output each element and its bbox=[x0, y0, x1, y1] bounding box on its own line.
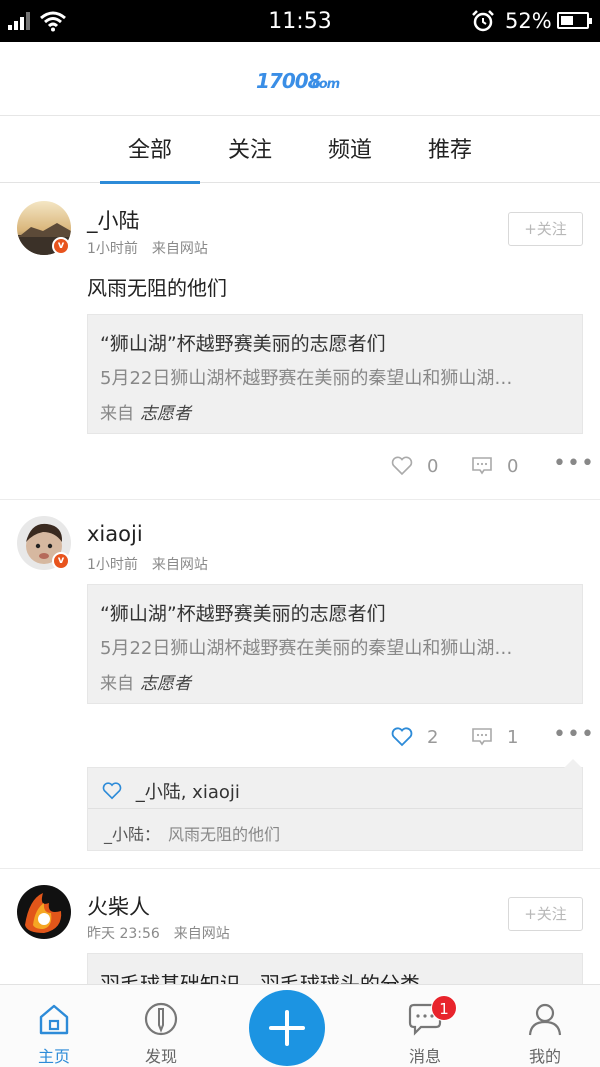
compose-button[interactable] bbox=[249, 990, 325, 1066]
card-source: 来自 志愿者 bbox=[100, 399, 191, 424]
post-author[interactable]: 火柴人 bbox=[87, 891, 150, 921]
battery-icon bbox=[557, 12, 592, 29]
like-button[interactable]: 0 bbox=[391, 455, 438, 477]
nav-profile[interactable]: 我的 bbox=[495, 985, 595, 1067]
card-source-name[interactable]: 志愿者 bbox=[140, 404, 191, 424]
unread-badge: 1 bbox=[431, 995, 457, 1021]
liked-by-row: _小陆, xiaoji bbox=[102, 778, 240, 808]
post-meta: 昨天 23:56 来自网站 bbox=[87, 923, 230, 943]
post-text: 风雨无阻的他们 bbox=[87, 276, 227, 300]
avatar[interactable] bbox=[17, 885, 71, 939]
likes-and-comments-panel: _小陆, xiaoji _小陆： 风雨无阻的他们 bbox=[87, 759, 583, 851]
comment-count: 1 bbox=[507, 726, 519, 748]
comment-text: 风雨无阻的他们 bbox=[168, 825, 281, 844]
verified-badge-icon: v bbox=[52, 552, 70, 570]
post-time: 1小时前 bbox=[87, 557, 138, 573]
tab-following[interactable]: 关注 bbox=[200, 116, 300, 183]
shared-article-card[interactable]: 羽毛球基础知识 - 羽毛球球头的分类 bbox=[87, 953, 583, 984]
follow-button[interactable]: +关注 bbox=[508, 212, 583, 246]
card-title: “狮山湖”杯越野赛美丽的志愿者们 bbox=[100, 603, 386, 625]
comment-count: 0 bbox=[507, 455, 519, 477]
card-description: 5月22日狮山湖杯越野赛在美丽的秦望山和狮山湖… bbox=[100, 368, 513, 389]
post-time: 昨天 23:56 bbox=[87, 926, 160, 942]
battery-fill bbox=[561, 16, 573, 25]
card-description: 5月22日狮山湖杯越野赛在美丽的秦望山和狮山湖… bbox=[100, 638, 513, 659]
post-author[interactable]: _小陆 bbox=[87, 205, 140, 235]
nav-messages-label: 消息 bbox=[408, 1047, 441, 1066]
nav-discover[interactable]: 发现 bbox=[111, 985, 211, 1067]
home-icon bbox=[39, 1004, 69, 1035]
card-source-label: 来自 bbox=[100, 674, 134, 694]
feed-post: 火柴人 昨天 23:56 来自网站 +关注 羽毛球基础知识 - 羽毛球球头的分类 bbox=[0, 869, 600, 984]
comment-author[interactable]: _小陆： bbox=[104, 825, 160, 844]
card-title: 羽毛球基础知识 - 羽毛球球头的分类 bbox=[100, 972, 420, 984]
nav-messages[interactable]: 消息 bbox=[375, 985, 475, 1067]
battery-percent: 52% bbox=[505, 9, 552, 33]
profile-icon bbox=[528, 1003, 562, 1036]
post-source: 来自网站 bbox=[173, 926, 230, 942]
post-source: 来自网站 bbox=[151, 557, 208, 573]
shared-article-card[interactable]: “狮山湖”杯越野赛美丽的志愿者们 5月22日狮山湖杯越野赛在美丽的秦望山和狮山湖… bbox=[87, 584, 583, 704]
more-options-icon[interactable]: ••• bbox=[553, 451, 595, 476]
like-button[interactable]: 2 bbox=[391, 726, 438, 748]
post-meta: 1小时前 来自网站 bbox=[87, 554, 208, 574]
app-logo: 17008 com bbox=[256, 66, 346, 99]
alarm-icon bbox=[472, 10, 494, 32]
tab-all[interactable]: 全部 bbox=[100, 116, 200, 184]
nav-home-label: 主页 bbox=[37, 1047, 70, 1066]
verified-badge-icon: v bbox=[52, 237, 70, 255]
card-source: 来自 志愿者 bbox=[100, 669, 191, 694]
feed-tabs: 全部 关注 频道 推荐 bbox=[0, 116, 600, 184]
shared-article-card[interactable]: “狮山湖”杯越野赛美丽的志愿者们 5月22日狮山湖杯越野赛在美丽的秦望山和狮山湖… bbox=[87, 314, 583, 434]
discover-icon bbox=[144, 1002, 178, 1036]
status-bar: 11:53 52% bbox=[0, 0, 600, 42]
post-time: 1小时前 bbox=[87, 241, 138, 257]
panel-divider bbox=[88, 808, 582, 809]
feed-post: v _小陆 1小时前 来自网站 +关注 风雨无阻的他们 “狮山湖”杯越野赛美丽的志… bbox=[0, 183, 600, 499]
comment-icon bbox=[472, 728, 492, 746]
nav-home[interactable]: 主页 bbox=[4, 985, 104, 1067]
like-count: 2 bbox=[427, 726, 439, 748]
card-title: “狮山湖”杯越野赛美丽的志愿者们 bbox=[100, 333, 386, 355]
nav-profile-label: 我的 bbox=[528, 1047, 561, 1066]
liked-by-users[interactable]: _小陆, xiaoji bbox=[136, 782, 240, 803]
feed-post: v xiaoji 1小时前 来自网站 “狮山湖”杯越野赛美丽的志愿者们 5月22日… bbox=[0, 500, 600, 868]
panel-pointer bbox=[564, 759, 582, 768]
tab-channels[interactable]: 频道 bbox=[300, 116, 400, 183]
app-header: 17008 com bbox=[0, 42, 600, 116]
tab-recommended[interactable]: 推荐 bbox=[400, 116, 500, 183]
nav-discover-label: 发现 bbox=[144, 1047, 177, 1066]
like-count: 0 bbox=[427, 455, 439, 477]
heart-icon bbox=[391, 727, 413, 747]
card-source-name[interactable]: 志愿者 bbox=[140, 674, 191, 694]
post-source: 来自网站 bbox=[151, 241, 208, 257]
post-author[interactable]: xiaoji bbox=[87, 522, 143, 546]
heart-icon bbox=[102, 782, 122, 800]
logo-mark: 17008 com bbox=[256, 69, 341, 93]
comment-button[interactable]: 1 bbox=[471, 726, 518, 748]
comment-item[interactable]: _小陆： 风雨无阻的他们 bbox=[104, 821, 280, 845]
comment-icon bbox=[472, 457, 492, 475]
svg-text:com: com bbox=[312, 77, 340, 92]
more-options-icon[interactable]: ••• bbox=[553, 722, 595, 747]
card-source-label: 来自 bbox=[100, 404, 134, 424]
heart-icon bbox=[391, 456, 413, 476]
comment-button[interactable]: 0 bbox=[471, 455, 518, 477]
follow-button[interactable]: +关注 bbox=[508, 897, 583, 931]
post-meta: 1小时前 来自网站 bbox=[87, 238, 208, 258]
